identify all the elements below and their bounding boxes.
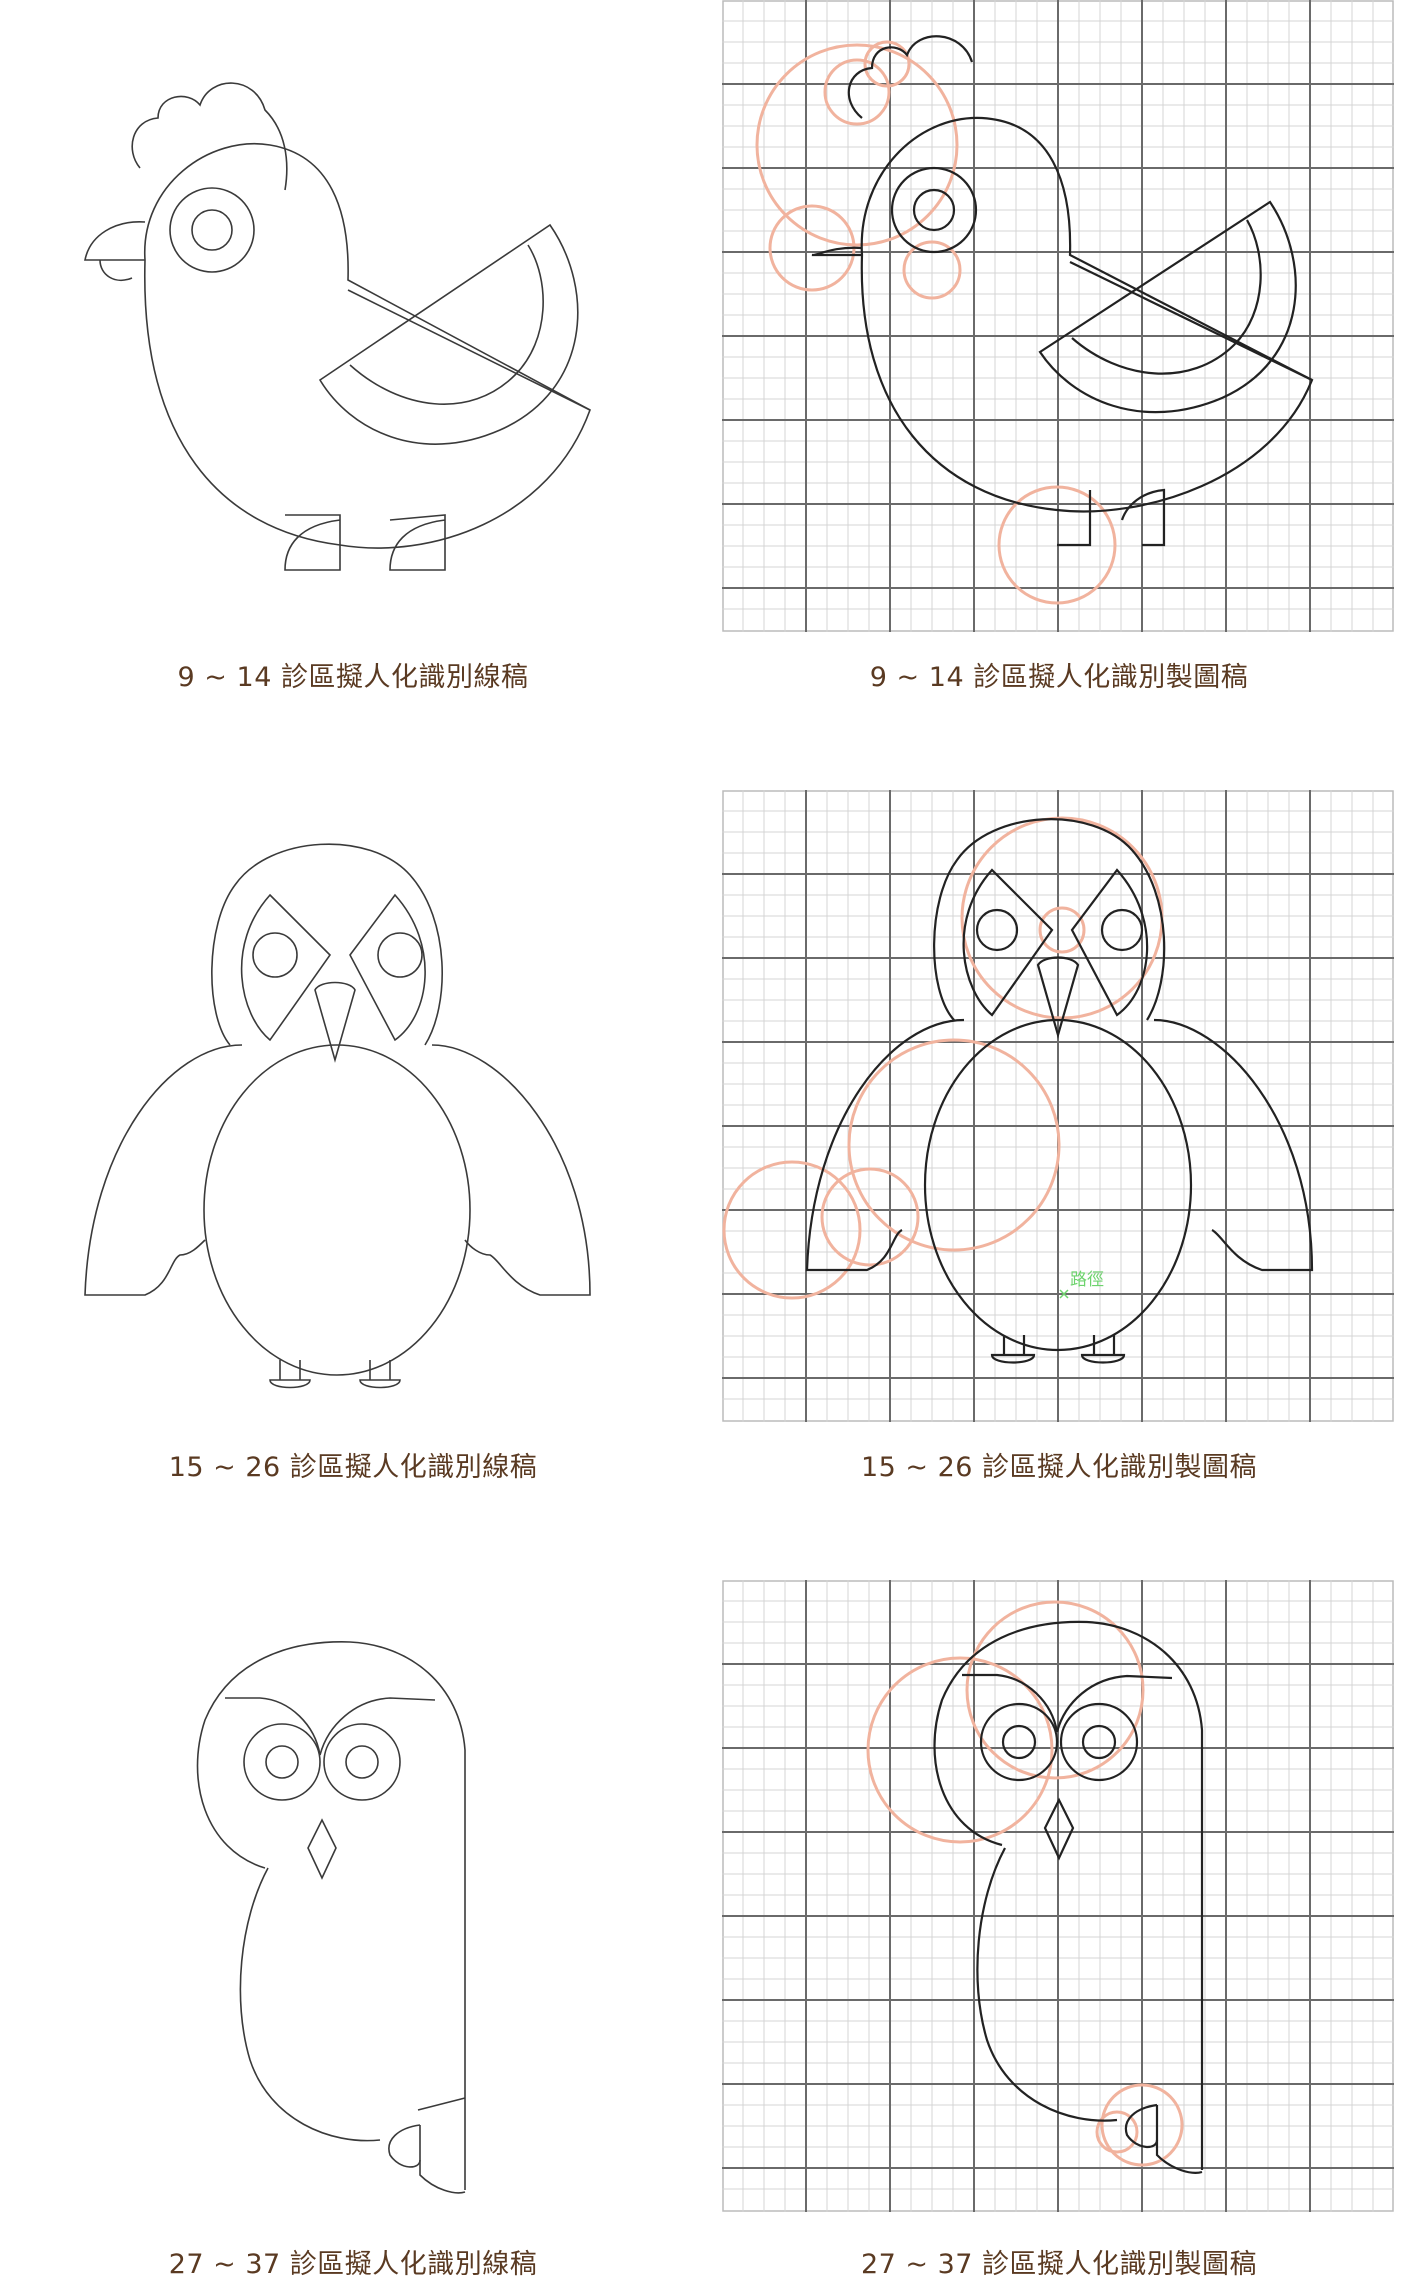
owl-one-line-svg <box>84 843 591 1389</box>
row2-line-caption: 15 ~ 26 診區擬人化識別線稿 <box>168 1452 538 1483</box>
owl-two-grid-svg <box>722 1580 1394 2212</box>
chicken-grid-construction <box>722 0 1394 632</box>
owl-one-grid-svg: 路徑 <box>722 790 1394 1422</box>
chicken-grid-svg <box>722 0 1394 632</box>
owl-two-line-art <box>150 1630 550 2200</box>
guide-circles <box>866 1600 1184 2167</box>
row1-grid-caption: 9 ~ 14 診區擬人化識別製圖稿 <box>869 662 1249 693</box>
owl-two-grid-construction <box>722 1580 1394 2212</box>
chicken-line-svg <box>84 82 591 571</box>
owl-one-grid-construction: 路徑 <box>722 790 1394 1422</box>
owl-two-line-svg <box>196 1641 466 2194</box>
chicken-line-art <box>70 50 630 590</box>
owl-one-line-art <box>70 815 630 1395</box>
grid-major-lines <box>722 1580 1394 2212</box>
row1-line-caption: 9 ~ 14 診區擬人化識別線稿 <box>177 662 529 693</box>
path-marker-label: 路徑 <box>1070 1270 1104 1290</box>
row2-grid-caption: 15 ~ 26 診區擬人化識別製圖稿 <box>860 1452 1258 1483</box>
row3-grid-caption: 27 ~ 37 診區擬人化識別製圖稿 <box>860 2249 1258 2280</box>
row3-line-caption: 27 ~ 37 診區擬人化識別線稿 <box>168 2249 538 2280</box>
grid-major-lines <box>722 790 1394 1422</box>
